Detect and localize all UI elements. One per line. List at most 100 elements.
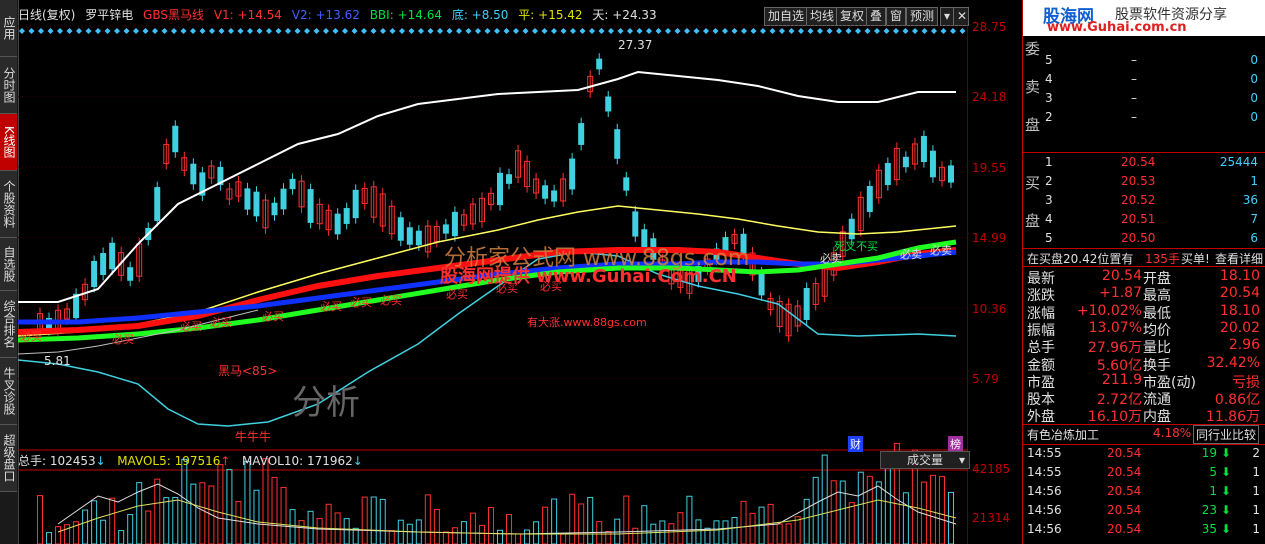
- tick-volume: 5: [1209, 465, 1217, 479]
- buy-signal-label: 必买: [262, 310, 284, 323]
- industry-compare-button[interactable]: 同行业比较: [1193, 425, 1260, 444]
- sell-signal-label: 必卖: [930, 244, 952, 257]
- indicator-bar: 日线(复权) 罗平锌电 GBS黑马线 V1: +14.54 V2: +13.62…: [18, 6, 663, 22]
- y-tick: 24.18: [972, 90, 1007, 104]
- y-tick: 19.55: [972, 161, 1007, 175]
- buy-price: 20.50: [1121, 231, 1156, 245]
- quote-row: 股本 2.72亿 流通 0.86亿: [1023, 389, 1265, 408]
- buy-price: 20.51: [1121, 212, 1156, 226]
- y-tick: 10.36: [972, 302, 1007, 316]
- nav-ranking[interactable]: 综合排名: [0, 291, 17, 358]
- stock-name: 罗平锌电: [85, 8, 134, 22]
- indicator-name[interactable]: GBS黑马线: [143, 8, 204, 22]
- quote-row: 振幅 13.07% 均价 20.02: [1023, 320, 1265, 339]
- quote-row: 外盘 16.10万 内盘 11.86万: [1023, 406, 1265, 425]
- buy-volume: 1: [1250, 174, 1258, 188]
- buy-signal-label: 必买: [540, 280, 562, 293]
- tick-volume: 23: [1201, 503, 1217, 517]
- sell-price: –: [1131, 110, 1137, 124]
- down-arrow-icon: ⬇: [1221, 484, 1232, 498]
- sell-row[interactable]: 5 – 0: [1023, 53, 1265, 72]
- buy-row[interactable]: 1 20.54 25444: [1023, 155, 1265, 174]
- sell-row[interactable]: 3 – 0: [1023, 91, 1265, 110]
- tick-price: 20.54: [1107, 446, 1142, 460]
- nav-intraday[interactable]: 分时图: [0, 57, 17, 114]
- tick-time: 14:56: [1027, 484, 1062, 498]
- buy-row[interactable]: 3 20.52 36: [1023, 193, 1265, 212]
- low-marker: 5.81: [44, 354, 71, 368]
- buy-volume: 25444: [1219, 155, 1258, 169]
- quote-value: +10.02%: [1076, 302, 1142, 319]
- buy-price: 20.52: [1121, 193, 1156, 207]
- niuniuniu-label: 牛牛牛: [235, 430, 272, 444]
- buy-signal-label: 必买: [180, 320, 202, 333]
- di-value: 底: +8.50: [451, 8, 509, 22]
- mavol5: MAVOL5: 197516: [117, 454, 221, 468]
- buy-volume: 36: [1242, 193, 1258, 207]
- tick-time: 14:56: [1027, 522, 1062, 536]
- tick-count: 2: [1252, 446, 1260, 460]
- tian-value: 天: +24.33: [592, 8, 657, 22]
- level-num: 5: [1045, 53, 1053, 67]
- mavol10: MAVOL10: 171962: [241, 454, 353, 468]
- tick-price: 20.54: [1107, 465, 1142, 479]
- quote-value: 18.10: [1219, 268, 1260, 284]
- tick-price: 20.54: [1107, 484, 1142, 498]
- quote-row: 涨跌 +1.87 最高 20.54: [1023, 285, 1265, 304]
- sell-signal-label: 必卖: [900, 248, 922, 261]
- sell-row[interactable]: 2 – 0: [1023, 110, 1265, 129]
- sell-row[interactable]: 4 – 0: [1023, 72, 1265, 91]
- tick-volume: 19: [1201, 446, 1217, 460]
- nav-super-panel[interactable]: 超级盘口: [0, 425, 17, 492]
- tick-row: 14:56 20.54 1 ⬇ 1: [1023, 484, 1265, 503]
- quote-value: 18.10: [1219, 302, 1260, 319]
- industry-row: 有色冶炼加工 4.18% 同行业比较: [1023, 425, 1265, 445]
- tick-time: 14:56: [1027, 503, 1062, 517]
- buy-signal-label: 必买: [210, 316, 232, 329]
- industry-name: 有色冶炼加工: [1027, 428, 1100, 442]
- heima-label: 黑马<85>: [218, 364, 278, 378]
- period-label[interactable]: 日线(复权): [18, 8, 75, 22]
- sell-price: –: [1131, 53, 1137, 67]
- tick-price: 20.54: [1107, 503, 1142, 517]
- signal-diamonds: [19, 28, 966, 34]
- nav-kline[interactable]: K线图: [0, 114, 17, 171]
- fenxi-watermark: 分析: [292, 383, 360, 423]
- bbi-value: BBI: +14.64: [369, 8, 442, 22]
- nav-watchlist[interactable]: 自选股: [0, 238, 17, 291]
- bang-badge[interactable]: 榜: [948, 436, 963, 452]
- level-num: 3: [1045, 91, 1053, 105]
- buy-volume: 7: [1250, 212, 1258, 226]
- level-num: 3: [1045, 193, 1053, 207]
- buy-price: 20.53: [1121, 174, 1156, 188]
- watermark-guhai: 股海网提供 www.Guhai.Com.CN: [440, 266, 737, 287]
- quote-row: 市盈 211.9 市盈(动) 亏损: [1023, 372, 1265, 391]
- tick-row: 14:55 20.54 19 ⬇ 2: [1023, 446, 1265, 465]
- v2-value: V2: +13.62: [291, 8, 360, 22]
- buy-row[interactable]: 4 20.51 7: [1023, 212, 1265, 231]
- left-nav: 应用 分时图 K线图 个股资料 自选股 综合排名 牛叉诊股 超级盘口: [0, 0, 19, 544]
- youdazhang-label: 有大涨.www.88gs.com: [527, 316, 647, 329]
- level-num: 2: [1045, 110, 1053, 124]
- sell-price: –: [1131, 72, 1137, 86]
- nav-diagnosis[interactable]: 牛叉诊股: [0, 358, 17, 425]
- buy-signal-label: 必买: [112, 333, 134, 346]
- cai-badge[interactable]: 财: [848, 436, 863, 452]
- down-arrow-icon: ⬇: [1221, 522, 1232, 536]
- v1-value: V1: +14.54: [213, 8, 282, 22]
- buy-row[interactable]: 2 20.53 1: [1023, 174, 1265, 193]
- quote-row: 涨幅 +10.02% 最低 18.10: [1023, 303, 1265, 322]
- down-arrow-icon: ⬇: [1221, 503, 1232, 517]
- buy-signal-label: 必买: [446, 288, 468, 301]
- sell-volume: 0: [1250, 72, 1258, 86]
- quote-value: 2.96: [1228, 337, 1260, 354]
- quote-value: 20.02: [1219, 319, 1260, 336]
- y-tick: 5.79: [972, 372, 999, 386]
- nav-app[interactable]: 应用: [0, 0, 17, 57]
- volume-select[interactable]: 成交量 ▾: [880, 451, 970, 469]
- vol-total: 总手: 102453: [18, 454, 96, 468]
- nav-stock-info[interactable]: 个股资料: [0, 171, 17, 238]
- tick-row: 14:56 20.54 35 ⬇ 1: [1023, 522, 1265, 541]
- level-num: 4: [1045, 212, 1053, 226]
- quote-value: 20.54: [1219, 285, 1260, 302]
